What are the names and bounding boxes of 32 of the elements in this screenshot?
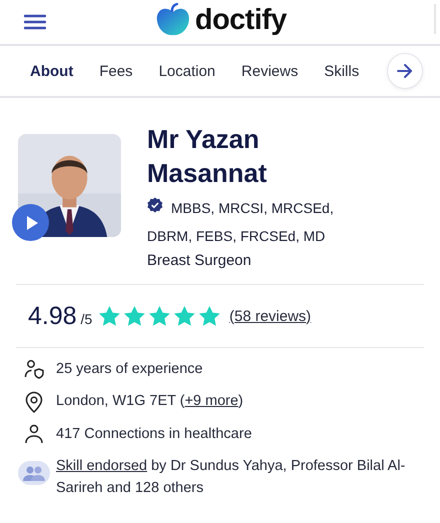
tab[interactable]: Fees (99, 58, 133, 84)
person-icon (24, 424, 44, 444)
people-icon (18, 461, 50, 485)
reviews-link[interactable]: (58 reviews) (229, 308, 312, 324)
location-pin-icon (24, 391, 44, 413)
tab[interactable]: Location (158, 58, 216, 84)
tab[interactable]: Skills (324, 58, 360, 84)
next-arrow-button[interactable] (387, 53, 423, 89)
qualifications-text: MBBS, MRCSI, MRCSEd, DBRM, FEBS, FRCSEd, MD (147, 199, 335, 246)
rating-score: 4.98 (28, 302, 77, 330)
star-icon (198, 305, 222, 327)
star-icon (98, 305, 122, 327)
fact-text: Skill endorsed by Dr Sundus Yahya, Professor Bilal Al-Sarireh and 128 others (56, 457, 406, 498)
star-icon (148, 305, 172, 327)
doctor-name: Mr Yazan Masannat (147, 123, 268, 190)
heart-logo-icon (155, 3, 191, 37)
play-icon (25, 214, 39, 230)
star-icon (173, 305, 196, 327)
arrow-right-icon (397, 64, 413, 78)
fact-text: 417 Connections in healthcare (56, 425, 252, 444)
tab[interactable]: About (30, 58, 74, 84)
fact-text: 25 years of experience (56, 360, 203, 379)
rating-scale: /5 (80, 311, 92, 327)
tab[interactable]: Reviews (241, 58, 298, 84)
specialty-text: Breast Surgeon (147, 251, 252, 271)
play-button[interactable] (12, 204, 49, 241)
fact-text: London, W1G 7ET (+9 more) (56, 392, 244, 411)
text-link[interactable]: Skill endorsed (56, 458, 148, 474)
text-link[interactable]: +9 more (184, 393, 238, 409)
star-icon (123, 305, 146, 327)
logo-text: doctify (195, 4, 287, 36)
person-shield-icon (24, 359, 44, 379)
